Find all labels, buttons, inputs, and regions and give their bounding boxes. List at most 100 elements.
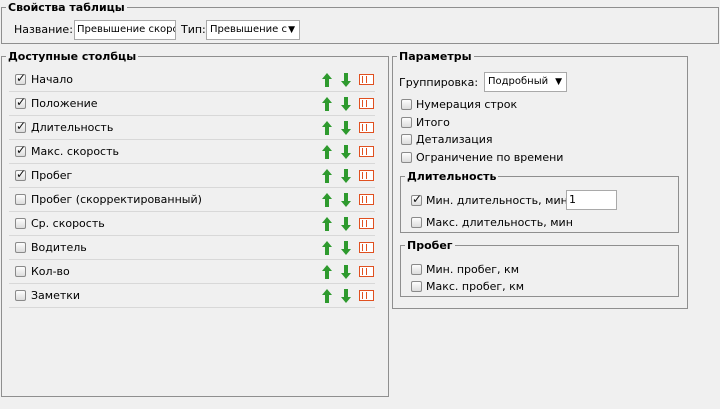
- param-option-checkbox[interactable]: [401, 134, 412, 145]
- move-down-arrow-icon[interactable]: [341, 145, 351, 159]
- column-label: Водитель: [31, 241, 87, 254]
- column-row[interactable]: Пробег (скорректированный): [9, 188, 375, 212]
- move-down-arrow-icon[interactable]: [341, 97, 351, 111]
- remove-column-icon[interactable]: [359, 194, 374, 205]
- move-up-arrow-icon[interactable]: [322, 265, 332, 279]
- remove-column-icon[interactable]: [359, 98, 374, 109]
- param-option-checkbox[interactable]: [401, 116, 412, 128]
- column-row[interactable]: ✓ Начало: [9, 68, 375, 92]
- type-label: Тип:: [181, 23, 206, 36]
- param-option-checkbox[interactable]: [401, 151, 412, 163]
- min-mileage-checkbox[interactable]: [411, 264, 422, 275]
- param-option-label: Ограничение по времени: [416, 150, 564, 164]
- column-checkbox[interactable]: ✓: [15, 95, 27, 109]
- grouping-label: Группировка:: [399, 76, 479, 89]
- column-checkbox[interactable]: [15, 218, 26, 229]
- move-up-arrow-icon[interactable]: [322, 97, 332, 111]
- move-down-arrow-icon[interactable]: [341, 217, 351, 231]
- column-label: Положение: [31, 97, 98, 110]
- move-up-arrow-icon[interactable]: [322, 193, 332, 207]
- column-row[interactable]: ✓ Пробег: [9, 164, 375, 188]
- column-row[interactable]: ✓ Положение: [9, 92, 375, 116]
- move-down-arrow-icon[interactable]: [341, 241, 351, 255]
- parameters-legend: Параметры: [397, 50, 474, 63]
- move-down-arrow-icon[interactable]: [341, 289, 351, 303]
- move-up-arrow-icon[interactable]: [322, 217, 332, 231]
- move-down-arrow-icon[interactable]: [341, 169, 351, 183]
- remove-column-icon[interactable]: [359, 290, 374, 301]
- parameters-panel: Параметры Группировка: Подробный ▼ Нумер…: [392, 50, 688, 309]
- move-up-arrow-icon[interactable]: [322, 73, 332, 87]
- move-up-arrow-icon[interactable]: [322, 289, 332, 303]
- move-up-arrow-icon[interactable]: [322, 121, 332, 135]
- column-row[interactable]: ✓ Макс. скорость: [9, 140, 375, 164]
- column-checkbox[interactable]: ✓: [15, 143, 27, 157]
- column-label: Макс. скорость: [31, 145, 119, 158]
- remove-column-icon[interactable]: [359, 122, 374, 133]
- min-duration-checkbox[interactable]: ✓: [411, 192, 423, 206]
- move-down-arrow-icon[interactable]: [341, 73, 351, 87]
- grouping-select[interactable]: Подробный ▼: [484, 72, 567, 92]
- type-select-value: Превышение с: [210, 24, 287, 35]
- chevron-down-icon: ▼: [555, 77, 562, 87]
- move-up-arrow-icon[interactable]: [322, 169, 332, 183]
- column-label: Ср. скорость: [31, 217, 105, 230]
- remove-column-icon[interactable]: [359, 74, 374, 85]
- param-option-checkbox[interactable]: [401, 99, 412, 110]
- column-checkbox[interactable]: [15, 290, 26, 301]
- grouping-select-value: Подробный: [488, 76, 549, 87]
- duration-legend: Длительность: [405, 170, 499, 183]
- max-mileage-checkbox[interactable]: [411, 281, 422, 292]
- min-duration-input[interactable]: 1: [566, 190, 617, 210]
- column-label: Начало: [31, 73, 74, 86]
- column-checkbox[interactable]: [15, 194, 26, 205]
- column-label: Пробег (скорректированный): [31, 193, 202, 206]
- check-icon: ✓: [412, 192, 423, 206]
- remove-column-icon[interactable]: [359, 218, 374, 229]
- duration-group: Длительность ✓ Мин. длительность, мин 1 …: [400, 170, 679, 233]
- column-checkbox[interactable]: ✓: [15, 167, 27, 181]
- column-row[interactable]: Водитель: [9, 236, 375, 260]
- column-row[interactable]: Заметки: [9, 284, 375, 308]
- max-duration-checkbox[interactable]: [411, 217, 422, 228]
- mileage-legend: Пробег: [405, 239, 455, 252]
- max-mileage-label: Макс. пробег, км: [426, 280, 525, 293]
- column-label: Длительность: [31, 121, 114, 134]
- type-select[interactable]: Превышение с ▼: [206, 20, 300, 40]
- move-up-arrow-icon[interactable]: [322, 145, 332, 159]
- chevron-down-icon: ▼: [288, 25, 295, 35]
- param-option-label: Нумерация строк: [416, 98, 518, 111]
- available-columns-legend: Доступные столбцы: [6, 50, 139, 63]
- table-properties-legend: Свойства таблицы: [6, 1, 127, 14]
- column-checkbox[interactable]: [15, 266, 26, 277]
- min-duration-label: Мин. длительность, мин: [426, 194, 568, 207]
- column-checkbox[interactable]: [15, 242, 26, 253]
- remove-column-icon[interactable]: [359, 242, 374, 253]
- column-row[interactable]: Кол-во: [9, 260, 375, 284]
- column-checkbox[interactable]: ✓: [15, 119, 27, 133]
- name-input[interactable]: Превышение скорости: [74, 20, 176, 40]
- move-down-arrow-icon[interactable]: [341, 265, 351, 279]
- remove-column-icon[interactable]: [359, 170, 374, 181]
- column-row[interactable]: Ср. скорость: [9, 212, 375, 236]
- available-columns-panel: Доступные столбцы ✓ Начало ✓ Положение ✓ Длит…: [1, 50, 389, 397]
- check-icon: ✓: [16, 167, 27, 181]
- check-icon: ✓: [16, 119, 27, 133]
- column-label: Кол-во: [31, 265, 70, 278]
- name-label: Название:: [14, 23, 73, 36]
- check-icon: ✓: [16, 143, 27, 157]
- check-icon: ✓: [16, 95, 27, 109]
- remove-column-icon[interactable]: [359, 266, 374, 277]
- remove-column-icon[interactable]: [359, 146, 374, 157]
- max-duration-label: Макс. длительность, мин: [426, 216, 573, 229]
- mileage-group: Пробег Мин. пробег, км Макс. пробег, км: [400, 239, 679, 297]
- table-properties-panel: Свойства таблицы Название: Превышение ск…: [1, 1, 719, 44]
- move-down-arrow-icon[interactable]: [341, 193, 351, 207]
- move-up-arrow-icon[interactable]: [322, 241, 332, 255]
- column-checkbox[interactable]: ✓: [15, 71, 26, 85]
- param-option-label: Детализация: [416, 133, 493, 146]
- param-option-label: Итого: [416, 115, 450, 129]
- column-row[interactable]: ✓ Длительность: [9, 116, 375, 140]
- min-mileage-label: Мин. пробег, км: [426, 263, 519, 276]
- move-down-arrow-icon[interactable]: [341, 121, 351, 135]
